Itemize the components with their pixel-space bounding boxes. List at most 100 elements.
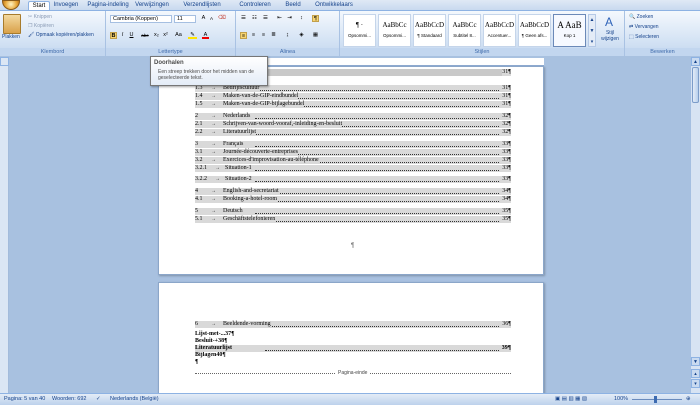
increase-indent-icon[interactable]: ⇥: [286, 15, 293, 22]
find-button[interactable]: 🔍 Zoeken: [629, 14, 653, 21]
tab-invoegen[interactable]: Invoegen: [52, 1, 80, 10]
toc-text: Geschäftstelefonieren: [223, 216, 276, 223]
subscript-button[interactable]: x₂: [153, 32, 160, 39]
scroll-up-icon[interactable]: ▲: [691, 57, 700, 66]
style-item[interactable]: ¶ · Opsommi...: [343, 14, 376, 47]
toc-page: 31¶: [502, 101, 511, 108]
shading-icon[interactable]: ◈: [298, 32, 305, 39]
zoom-slider[interactable]: [632, 399, 682, 400]
vertical-scrollbar[interactable]: ▲ ▼ ▴ ▾: [690, 57, 700, 393]
font-color-button[interactable]: A: [202, 32, 209, 39]
toc-plain-line: Lijst-met-...37¶: [195, 331, 235, 337]
toc-leader: [255, 134, 499, 135]
toc-row: 5 → Deutsch 35¶: [195, 208, 511, 215]
style-item[interactable]: AaBbCc Subtitel 8...: [448, 14, 481, 47]
style-item-selected[interactable]: A AaB Kop 1: [553, 14, 586, 47]
tab-beeld[interactable]: Beeld: [283, 1, 303, 10]
format-painter-button[interactable]: 🖌 Opmaak kopiëren/plakken: [28, 32, 94, 39]
spellcheck-icon[interactable]: ✓: [96, 394, 101, 405]
style-preview: AaBbCcD: [484, 21, 515, 29]
decrease-indent-icon[interactable]: ⇤: [276, 15, 283, 22]
align-right-icon[interactable]: ≡: [260, 32, 267, 39]
page-count[interactable]: Pagina: 5 van 40: [4, 394, 45, 405]
document-area[interactable]: 31¶ ¶ 1.3 → Bedrijfscultuur 31¶ 1.4 → Maken-va…: [9, 66, 690, 393]
style-item[interactable]: AaBbCcD ¶ Geen afs...: [518, 14, 551, 47]
change-styles-icon[interactable]: A: [602, 15, 616, 29]
grow-font-icon[interactable]: A: [200, 15, 207, 22]
align-center-icon[interactable]: ≡: [250, 32, 257, 39]
ruler-toggle-icon[interactable]: [0, 57, 9, 66]
tab-start[interactable]: Start: [28, 1, 50, 10]
prev-page-icon[interactable]: ▴: [691, 369, 700, 378]
tab-verwijzingen[interactable]: Verwijzingen: [133, 1, 171, 10]
toc-page: 34¶: [502, 196, 511, 203]
bullets-icon[interactable]: ☰: [240, 15, 247, 22]
show-marks-icon[interactable]: ¶: [312, 15, 319, 22]
page-2[interactable]: Lijst-met-...37¶ Besluit-+38¶ Literatuur…: [158, 282, 544, 393]
tooltip-description: Een streep trekken door het midden van d…: [158, 69, 254, 81]
align-left-icon[interactable]: ≡: [240, 32, 247, 39]
vertical-ruler[interactable]: [0, 66, 9, 393]
zoom-level[interactable]: 100%: [614, 394, 628, 405]
change-styles-button[interactable]: Stijl wijzigen: [598, 30, 622, 42]
tab-pagina-indeling[interactable]: Pagina-indeling: [86, 1, 130, 10]
office-button[interactable]: [2, 0, 20, 10]
numbering-icon[interactable]: ☷: [251, 15, 258, 22]
toc-number: 3.2: [195, 157, 203, 164]
toc-plain-line: Besluit-+38¶: [195, 338, 228, 344]
style-item[interactable]: AaBbCc Opsommi...: [378, 14, 411, 47]
paste-icon[interactable]: [3, 14, 21, 34]
toc-leader: [255, 201, 499, 202]
toc-row: 1.3 → Bedrijfscultuur 31¶: [195, 85, 511, 92]
replace-button[interactable]: ⇄ Vervangen: [629, 24, 659, 31]
tab-ontwikkelaars[interactable]: Ontwikkelaars: [313, 1, 355, 10]
font-size-combo[interactable]: 11: [174, 15, 196, 23]
toc-number: 4.1: [195, 196, 203, 203]
scroll-down-icon[interactable]: ▼: [691, 357, 700, 366]
multilevel-list-icon[interactable]: ☰: [262, 15, 269, 22]
scroll-thumb[interactable]: [692, 67, 699, 103]
font-name-combo[interactable]: Cambria (Koppen): [110, 15, 172, 23]
zoom-in-icon[interactable]: ⊕: [686, 394, 691, 405]
tab-verzendlijsten[interactable]: Verzendlijsten: [176, 1, 228, 10]
language[interactable]: Nederlands (België): [110, 394, 159, 405]
style-item[interactable]: AaBbCcD Accentuer...: [483, 14, 516, 47]
clear-format-icon[interactable]: ⌫: [218, 15, 226, 22]
toc-leader: [255, 326, 499, 327]
justify-icon[interactable]: ≣: [270, 32, 277, 39]
font-group-label: Lettertype: [106, 48, 235, 56]
style-name: ¶ Standaard: [417, 33, 442, 38]
copy-button[interactable]: ❐ Kopiëren: [28, 23, 54, 30]
toc-row: 4 → English-and-secretariat 34¶: [195, 188, 511, 195]
italic-button[interactable]: I: [119, 32, 126, 39]
tab-arrow-icon: →: [211, 197, 216, 202]
bold-button[interactable]: B: [110, 32, 117, 39]
shrink-font-icon[interactable]: A: [208, 15, 215, 22]
toc-leader: [255, 193, 499, 194]
ribbon-tab-row: Start Invoegen Pagina-indeling Verwijzin…: [0, 0, 700, 10]
styles-scroll-icon[interactable]: ▲ ▼ ▾: [588, 14, 596, 47]
toc-number: 6: [195, 321, 198, 328]
next-page-icon[interactable]: ▾: [691, 379, 700, 388]
style-preview: ¶ ·: [355, 21, 364, 29]
select-button[interactable]: ⬚ Selecteren: [629, 34, 659, 41]
underline-button[interactable]: U: [128, 32, 135, 39]
tab-arrow-icon: →: [211, 94, 216, 99]
page-1[interactable]: 31¶ ¶ 1.3 → Bedrijfscultuur 31¶ 1.4 → Maken-va…: [158, 66, 544, 275]
tab-controleren[interactable]: Controleren: [238, 1, 272, 10]
paste-button[interactable]: Plakken: [2, 34, 20, 41]
style-item[interactable]: AaBbCcD ¶ Standaard: [413, 14, 446, 47]
toc-text: Booking-a-hotel-room: [223, 196, 277, 203]
line-spacing-icon[interactable]: ↨: [284, 32, 291, 39]
cut-button[interactable]: ✂ Knippen: [28, 14, 52, 21]
highlight-icon[interactable]: ✎: [188, 32, 197, 39]
superscript-button[interactable]: x²: [162, 32, 169, 39]
borders-icon[interactable]: ▦: [312, 32, 319, 39]
sort-icon[interactable]: ↕: [298, 15, 305, 22]
word-count[interactable]: Woorden: 692: [52, 394, 86, 405]
change-case-button[interactable]: Aa: [174, 32, 183, 39]
view-buttons-icon[interactable]: ▣ ▤ ▥ ▦ ▧: [555, 394, 587, 405]
zoom-slider-thumb[interactable]: [654, 396, 657, 403]
strikethrough-button[interactable]: abe: [140, 32, 150, 39]
toc-row: 2.2 → Literatuurlijst 32¶: [195, 129, 511, 136]
